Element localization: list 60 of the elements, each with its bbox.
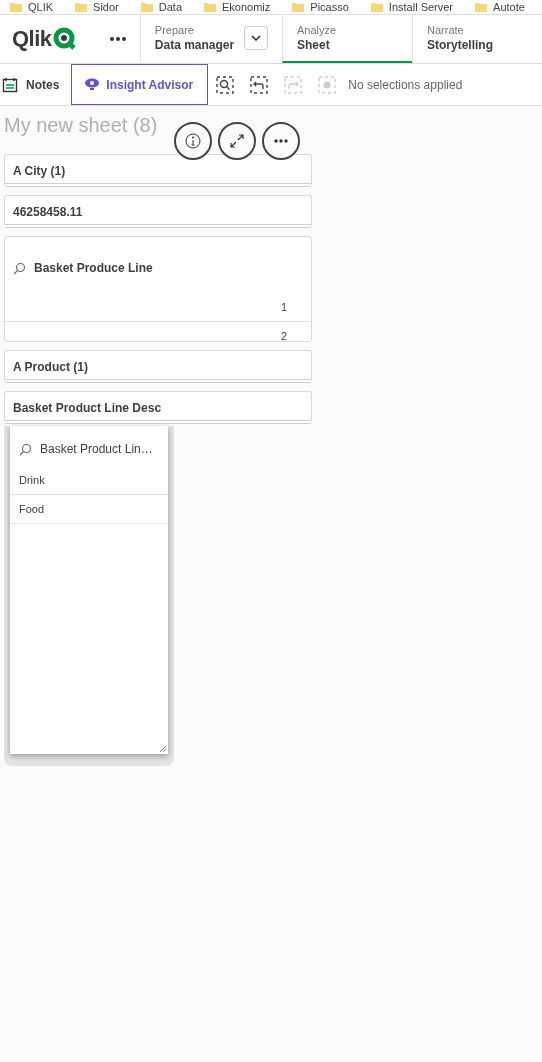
resize-handle-icon[interactable]: [159, 745, 167, 753]
search-icon: [19, 442, 32, 456]
filter-pane[interactable]: A Product (1): [4, 350, 312, 383]
bookmark-link[interactable]: Data: [158, 1, 182, 13]
sheet-title: My new sheet (8): [4, 114, 158, 136]
list-row[interactable]: 1: [5, 293, 311, 322]
folder-icon: [475, 2, 488, 12]
info-button[interactable]: [174, 122, 212, 160]
tab-label: Sheet: [297, 38, 331, 52]
logo: Qlik: [12, 26, 52, 52]
folder-icon: [292, 2, 305, 12]
folder-icon: [75, 2, 88, 12]
more-icon: [109, 37, 126, 41]
filter-pane[interactable]: A City (1): [4, 154, 312, 187]
folder-icon: [10, 2, 22, 12]
filter-pane[interactable]: Basket Product Line Desc: [4, 391, 312, 424]
nav-tab[interactable]: Prepare Data manager: [139, 15, 282, 63]
bookmark-link[interactable]: Ekonomiz: [222, 1, 271, 13]
tab-caption: Prepare: [154, 24, 195, 36]
list-row[interactable]: 2: [5, 322, 311, 350]
list-item[interactable]: Food: [10, 495, 168, 524]
more-icon: [273, 139, 289, 143]
folder-icon: [204, 2, 216, 12]
bookmark-link[interactable]: Install Server: [388, 1, 454, 13]
tab-caption: Narrate: [427, 24, 465, 36]
info-icon: [185, 133, 201, 149]
folder-icon: [140, 2, 153, 12]
bookmark-link[interactable]: QLIK: [28, 1, 54, 13]
bookmark-link[interactable]: Autote: [493, 1, 525, 13]
clear-icon: [318, 75, 337, 94]
filter-title: 46258458.11: [13, 205, 83, 219]
notes-button[interactable]: Notes: [0, 64, 72, 105]
redo-icon: [284, 75, 303, 94]
eye-bulb-icon: [84, 76, 101, 93]
filter-pane[interactable]: 46258458.11: [4, 195, 312, 228]
bookmark-link[interactable]: Picasso: [310, 1, 349, 13]
tab-label: Data manager: [154, 38, 235, 52]
expand-button[interactable]: [218, 122, 256, 160]
more-button[interactable]: [262, 122, 300, 160]
dropdown-button[interactable]: [244, 26, 268, 50]
bookmark-link[interactable]: Sidor: [93, 1, 119, 13]
filter-title: Basket Product Line Desc: [13, 401, 162, 415]
insight-advisor-button[interactable]: Insight Advisor: [71, 64, 209, 105]
tab-caption: Analyze: [297, 24, 338, 36]
listbox-title: Basket Produce Line: [34, 261, 153, 275]
undo-icon: [250, 75, 269, 94]
search-icon: [13, 261, 26, 275]
selections-status: No selections applied: [348, 77, 463, 92]
filter-title: A City (1): [13, 164, 66, 178]
listbox-title: Basket Product Lin…: [40, 442, 153, 456]
filter-title: A Product (1): [13, 360, 88, 374]
chevron-down-icon: [251, 35, 262, 41]
folder-icon: [370, 2, 383, 12]
tab-label: Storytelling: [427, 38, 495, 52]
list-item[interactable]: Drink: [10, 466, 168, 495]
search-icon: [216, 75, 235, 94]
nav-tab[interactable]: Narrate Storytelling: [412, 15, 542, 63]
calendar-icon: [2, 76, 18, 93]
expand-icon: [229, 133, 245, 149]
logo-mark-icon: [52, 27, 77, 51]
